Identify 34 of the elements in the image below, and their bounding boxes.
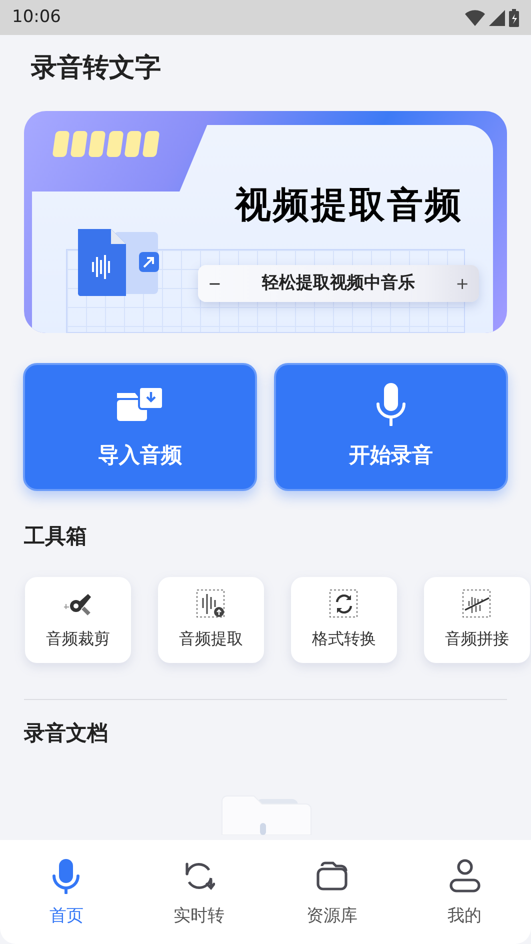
nav-tab[interactable]: 首页: [0, 840, 133, 944]
waveform-upload-icon: [196, 588, 226, 618]
battery-icon: [509, 8, 519, 26]
banner-subtitle: 轻松提取视频中音乐: [262, 272, 415, 295]
microphone-icon: [52, 858, 80, 894]
section-title: 录音文档: [22, 720, 109, 746]
folders-icon: [316, 861, 348, 891]
page-title: 录音转文字: [30, 52, 162, 85]
plus-sign: +: [456, 272, 469, 294]
minus-sign: −: [208, 272, 222, 294]
signal-icon: [489, 10, 505, 26]
banner-title: 视频提取音频: [235, 184, 463, 228]
waveform-join-icon: [462, 588, 492, 618]
status-time: 10:06: [12, 6, 61, 29]
import-button[interactable]: 导入音频: [23, 363, 257, 491]
microphone-icon: [375, 382, 407, 426]
record-button[interactable]: 开始录音: [274, 363, 508, 491]
nav-tab[interactable]: 资源库: [266, 840, 398, 944]
banner[interactable]: 视频提取音频 − 轻松提取视频中音乐 +: [24, 111, 507, 333]
user-icon: [448, 859, 481, 893]
audio-file-icon: [76, 227, 160, 299]
tool-button[interactable]: 音频提取: [158, 576, 264, 662]
scissors-icon: [63, 592, 93, 616]
tool-button[interactable]: 音频裁剪: [25, 576, 131, 662]
tool-button[interactable]: 音频拼接: [424, 576, 530, 662]
tool-button[interactable]: 格式转换: [291, 576, 397, 662]
sync-icon: [183, 860, 216, 892]
empty-folder-icon: [220, 795, 312, 835]
nav-tab[interactable]: 实时转: [132, 840, 266, 944]
wifi-icon: [465, 10, 485, 26]
nav-tab[interactable]: 我的: [398, 840, 531, 944]
folder-download-icon: [115, 385, 165, 424]
sync-icon: [329, 588, 359, 618]
section-title: 工具箱: [23, 523, 88, 550]
